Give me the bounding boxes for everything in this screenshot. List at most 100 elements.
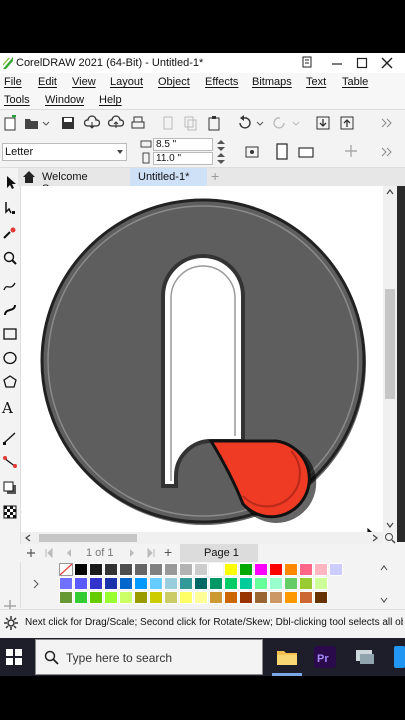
color-swatch[interactable] xyxy=(224,577,238,590)
undo-icon[interactable] xyxy=(236,115,252,131)
color-swatch[interactable] xyxy=(164,591,178,604)
color-swatch[interactable] xyxy=(134,563,148,576)
color-swatch[interactable] xyxy=(74,563,88,576)
palette-scroll-down-icon[interactable] xyxy=(380,597,388,603)
color-swatch[interactable] xyxy=(89,577,103,590)
color-swatch[interactable] xyxy=(209,577,223,590)
color-swatch[interactable] xyxy=(149,563,163,576)
text-tool-icon[interactable]: A xyxy=(2,400,18,416)
color-swatch[interactable] xyxy=(104,563,118,576)
palette-scroll[interactable] xyxy=(377,563,391,605)
chevron-down-icon[interactable] xyxy=(42,115,58,131)
color-swatch[interactable] xyxy=(314,563,328,576)
color-swatch[interactable] xyxy=(119,563,133,576)
artwork[interactable] xyxy=(21,186,383,532)
color-swatch[interactable] xyxy=(209,591,223,604)
color-swatch[interactable] xyxy=(179,591,193,604)
color-swatch[interactable] xyxy=(59,577,73,590)
color-swatch[interactable] xyxy=(134,577,148,590)
scroll-up-icon[interactable] xyxy=(386,189,394,195)
premiere-pro-icon[interactable]: Pr xyxy=(314,646,336,668)
scroll-right-icon[interactable] xyxy=(372,534,378,542)
zoom-navigator-icon[interactable] xyxy=(384,532,396,544)
color-swatch[interactable] xyxy=(149,591,163,604)
menu-tools[interactable]: Tools xyxy=(4,94,30,106)
color-swatch[interactable] xyxy=(179,563,193,576)
color-swatch[interactable] xyxy=(194,591,208,604)
color-swatch[interactable] xyxy=(164,577,178,590)
color-swatch[interactable] xyxy=(119,591,133,604)
gear-icon[interactable] xyxy=(4,616,18,630)
color-swatch[interactable] xyxy=(224,563,238,576)
ellipse-tool-icon[interactable] xyxy=(2,350,18,366)
menu-help[interactable]: Help xyxy=(99,94,122,106)
vertical-scroll-thumb[interactable] xyxy=(385,289,395,399)
color-swatch[interactable] xyxy=(194,577,208,590)
add-tab-button[interactable]: + xyxy=(211,168,219,184)
menu-edit[interactable]: Edit xyxy=(38,76,57,88)
maximize-button[interactable] xyxy=(351,54,373,72)
horizontal-scrollbar[interactable] xyxy=(21,532,383,544)
color-swatch[interactable] xyxy=(119,577,133,590)
color-swatch[interactable] xyxy=(74,591,88,604)
tab-welcome-screen[interactable]: Welcome Screen xyxy=(18,168,118,195)
landscape-icon[interactable] xyxy=(298,146,314,158)
portrait-icon[interactable] xyxy=(274,143,290,161)
cloud-upload-icon[interactable] xyxy=(108,115,124,131)
color-swatch[interactable] xyxy=(269,591,283,604)
add-icon[interactable] xyxy=(344,144,358,158)
color-swatch[interactable] xyxy=(254,577,268,590)
undo-dropdown-icon[interactable] xyxy=(256,115,272,131)
color-swatch[interactable] xyxy=(299,591,313,604)
scroll-down-icon[interactable] xyxy=(386,522,394,528)
page-options-icon[interactable] xyxy=(244,144,260,160)
menu-file[interactable]: File xyxy=(4,76,22,88)
no-color-swatch[interactable] xyxy=(59,563,73,576)
print-icon[interactable] xyxy=(130,115,146,131)
new-document-icon[interactable] xyxy=(2,115,18,131)
color-swatch[interactable] xyxy=(254,563,268,576)
pin-icon[interactable] xyxy=(296,54,318,72)
tab-untitled-1[interactable]: Untitled-1* xyxy=(130,168,207,186)
color-swatch[interactable] xyxy=(284,563,298,576)
connector-tool-icon[interactable] xyxy=(2,454,18,470)
menu-object[interactable]: Object xyxy=(158,76,190,88)
freehand-tool-icon[interactable] xyxy=(2,278,18,294)
taskbar-search-box[interactable]: Type here to search xyxy=(35,639,263,675)
color-swatch[interactable] xyxy=(104,577,118,590)
page-width-input[interactable]: 8.5 " xyxy=(153,138,213,151)
color-swatch[interactable] xyxy=(284,577,298,590)
minimize-button[interactable] xyxy=(326,54,348,72)
add-page-after-button[interactable]: + xyxy=(164,544,172,560)
color-swatch[interactable] xyxy=(254,591,268,604)
rectangle-tool-icon[interactable] xyxy=(2,326,18,342)
color-swatch[interactable] xyxy=(239,563,253,576)
paste-icon[interactable] xyxy=(206,115,222,131)
parallel-dimension-tool-icon[interactable] xyxy=(2,430,18,446)
add-page-before-icon[interactable] xyxy=(26,548,36,558)
color-swatch[interactable] xyxy=(239,577,253,590)
polygon-tool-icon[interactable] xyxy=(2,374,18,390)
drawing-canvas[interactable] xyxy=(21,186,383,542)
export-icon[interactable] xyxy=(339,115,355,131)
color-swatch[interactable] xyxy=(89,591,103,604)
color-swatch[interactable] xyxy=(179,577,193,590)
save-icon[interactable] xyxy=(60,115,76,131)
more-double-chevron-icon[interactable] xyxy=(380,145,394,159)
color-swatch[interactable] xyxy=(269,577,283,590)
color-swatch[interactable] xyxy=(104,591,118,604)
file-explorer-icon[interactable] xyxy=(276,647,298,667)
menu-layout[interactable]: Layout xyxy=(110,76,143,88)
color-swatch[interactable] xyxy=(239,591,253,604)
menu-view[interactable]: View xyxy=(72,76,96,88)
color-swatch[interactable] xyxy=(314,577,328,590)
page-1-tab[interactable]: Page 1 xyxy=(180,544,258,562)
color-swatch[interactable] xyxy=(209,563,223,576)
color-swatch[interactable] xyxy=(299,563,313,576)
menu-table[interactable]: Table xyxy=(342,76,368,88)
menu-bitmaps[interactable]: Bitmaps xyxy=(252,76,292,88)
color-swatch[interactable] xyxy=(194,563,208,576)
pick-tool-icon[interactable] xyxy=(2,174,18,190)
color-swatch[interactable] xyxy=(329,563,343,576)
color-swatch[interactable] xyxy=(164,563,178,576)
